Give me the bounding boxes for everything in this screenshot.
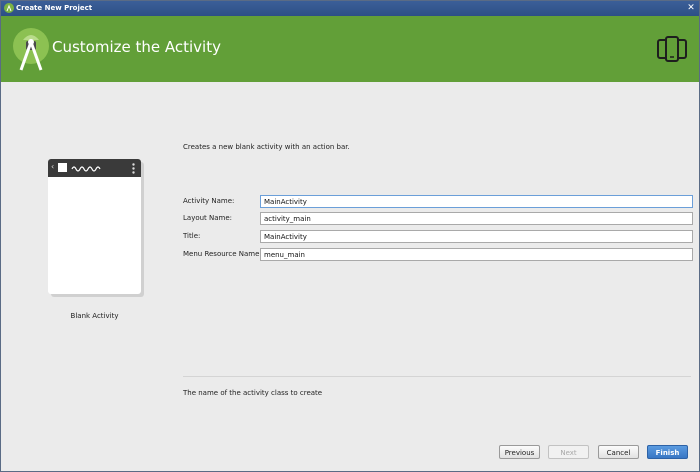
divider	[183, 376, 691, 377]
field-hint: The name of the activity class to create	[183, 389, 323, 397]
activity-name-label: Activity Name:	[183, 197, 235, 205]
previous-button[interactable]: Previous	[499, 445, 540, 459]
page-title: Customize the Activity	[52, 38, 221, 56]
title-label: Title:	[183, 232, 201, 240]
layout-name-input[interactable]	[260, 212, 693, 225]
overflow-menu-icon	[132, 163, 135, 174]
device-icon	[657, 36, 687, 62]
menu-resource-name-input[interactable]	[260, 248, 693, 261]
menu-resource-name-label: Menu Resource Name:	[183, 250, 262, 258]
cancel-button[interactable]: Cancel	[598, 445, 639, 459]
template-name: Blank Activity	[70, 312, 119, 320]
android-studio-icon	[4, 3, 14, 13]
title-bar[interactable]: Create New Project ✕	[1, 1, 699, 16]
app-icon-placeholder	[58, 163, 67, 172]
window-title: Create New Project	[16, 4, 93, 12]
android-studio-icon	[13, 28, 49, 71]
activity-name-input[interactable]	[260, 195, 693, 208]
activity-preview: ‹	[48, 159, 141, 294]
wizard-header: Customize the Activity	[1, 16, 699, 82]
close-icon[interactable]: ✕	[686, 3, 696, 13]
back-icon: ‹	[51, 162, 55, 171]
finish-button[interactable]: Finish	[647, 445, 688, 459]
template-description: Creates a new blank activity with an act…	[183, 143, 350, 151]
preview-action-bar: ‹	[48, 159, 141, 177]
next-button[interactable]: Next	[548, 445, 589, 459]
title-placeholder-icon	[71, 166, 101, 172]
layout-name-label: Layout Name:	[183, 214, 233, 222]
dialog-window: Create New Project ✕ Customize the Activ…	[0, 0, 700, 472]
title-input[interactable]	[260, 230, 693, 243]
